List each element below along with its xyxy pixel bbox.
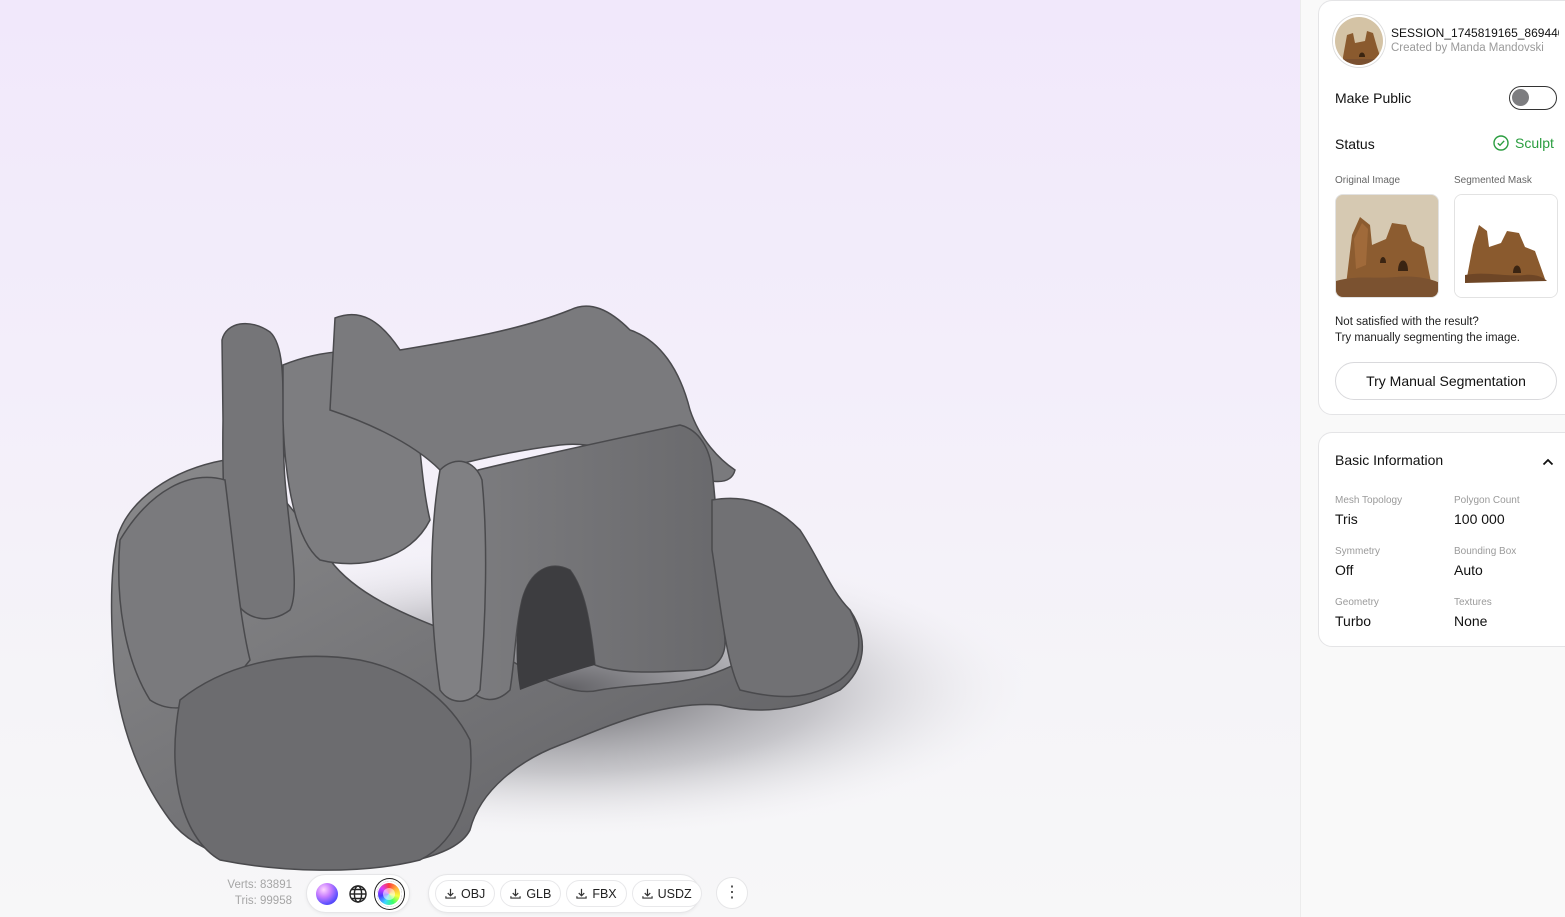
session-avatar	[1333, 15, 1385, 67]
basic-information-title: Basic Information	[1335, 452, 1444, 468]
model-viewport[interactable]: Verts: 83891 Tris: 99958 OBJ GLB FBX USD…	[0, 0, 1300, 917]
session-card: SESSION_1745819165_869440 Created by Man…	[1318, 0, 1565, 415]
mesh-stats: Verts: 83891 Tris: 99958	[200, 877, 292, 909]
symmetry-value: Off	[1335, 562, 1354, 578]
polygon-count-value: 100 000	[1454, 511, 1505, 527]
right-rubble	[711, 497, 860, 698]
export-toolbar: OBJ GLB FBX USDZ	[428, 874, 702, 913]
download-icon	[510, 888, 521, 899]
note-line-1: Not satisfied with the result?	[1335, 316, 1479, 328]
bounding-box-label: Bounding Box	[1454, 546, 1517, 557]
lower-rubble	[174, 655, 472, 871]
note-line-2: Try manually segmenting the image.	[1335, 332, 1520, 344]
color-mode-button[interactable]	[377, 881, 402, 907]
status-text: Sculpt	[1515, 135, 1554, 151]
more-vertical-icon: ⋮	[724, 884, 740, 901]
wireframe-globe-icon	[349, 884, 367, 903]
make-public-toggle[interactable]	[1509, 86, 1557, 110]
original-image-label: Original Image	[1335, 175, 1401, 186]
tris-count: Tris: 99958	[234, 895, 292, 907]
ruin-model-render[interactable]	[0, 0, 1300, 917]
status-label: Status	[1335, 136, 1375, 152]
bounding-box-value: Auto	[1454, 562, 1483, 578]
matcap-sphere-icon	[315, 882, 338, 905]
right-sidebar: SESSION_1745819165_869440 Created by Man…	[1300, 0, 1565, 917]
status-value: Sculpt	[1493, 135, 1554, 151]
textures-value: None	[1454, 613, 1488, 629]
polygon-count-label: Polygon Count	[1454, 495, 1520, 506]
make-public-label: Make Public	[1335, 90, 1412, 106]
geometry-label: Geometry	[1335, 597, 1379, 608]
export-fbx-button[interactable]: FBX	[566, 880, 627, 907]
render-mode-toolbar	[306, 874, 410, 913]
wireframe-mode-button[interactable]	[345, 881, 370, 907]
export-glb-label: GLB	[526, 886, 552, 901]
segmented-mask-thumbnail[interactable]	[1454, 194, 1558, 298]
textures-label: Textures	[1454, 597, 1492, 608]
export-obj-label: OBJ	[461, 886, 486, 901]
session-title: SESSION_1745819165_869440	[1391, 26, 1559, 40]
verts-count: Verts: 83891	[227, 879, 292, 891]
session-creator: Created by Manda Mandovski	[1391, 42, 1544, 54]
download-icon	[641, 888, 653, 899]
geometry-value: Turbo	[1335, 613, 1372, 629]
toggle-knob	[1512, 89, 1529, 106]
export-usdz-label: USDZ	[657, 886, 692, 901]
more-options-button[interactable]: ⋮	[716, 877, 748, 909]
basic-information-card: Basic Information Mesh Topology Tris Pol…	[1318, 432, 1565, 647]
matcap-mode-button[interactable]	[314, 881, 339, 907]
symmetry-label: Symmetry	[1335, 546, 1380, 557]
chevron-up-icon[interactable]	[1541, 455, 1555, 469]
export-obj-button[interactable]: OBJ	[435, 880, 496, 907]
mesh-topology-value: Tris	[1335, 511, 1358, 527]
try-manual-segmentation-button[interactable]: Try Manual Segmentation	[1335, 362, 1557, 400]
export-fbx-label: FBX	[592, 886, 617, 901]
original-image-thumbnail[interactable]	[1335, 194, 1439, 298]
download-icon	[445, 888, 456, 899]
export-usdz-button[interactable]: USDZ	[631, 880, 702, 907]
mesh-topology-label: Mesh Topology	[1335, 495, 1403, 506]
segmentation-note: Not satisfied with the result? Try manua…	[1335, 314, 1565, 346]
download-icon	[576, 888, 588, 899]
export-glb-button[interactable]: GLB	[500, 880, 562, 907]
front-column	[430, 460, 487, 702]
segmented-mask-label: Segmented Mask	[1454, 175, 1532, 186]
color-wheel-icon	[378, 882, 401, 905]
check-circle-icon	[1493, 135, 1509, 151]
front-wall	[464, 424, 726, 701]
